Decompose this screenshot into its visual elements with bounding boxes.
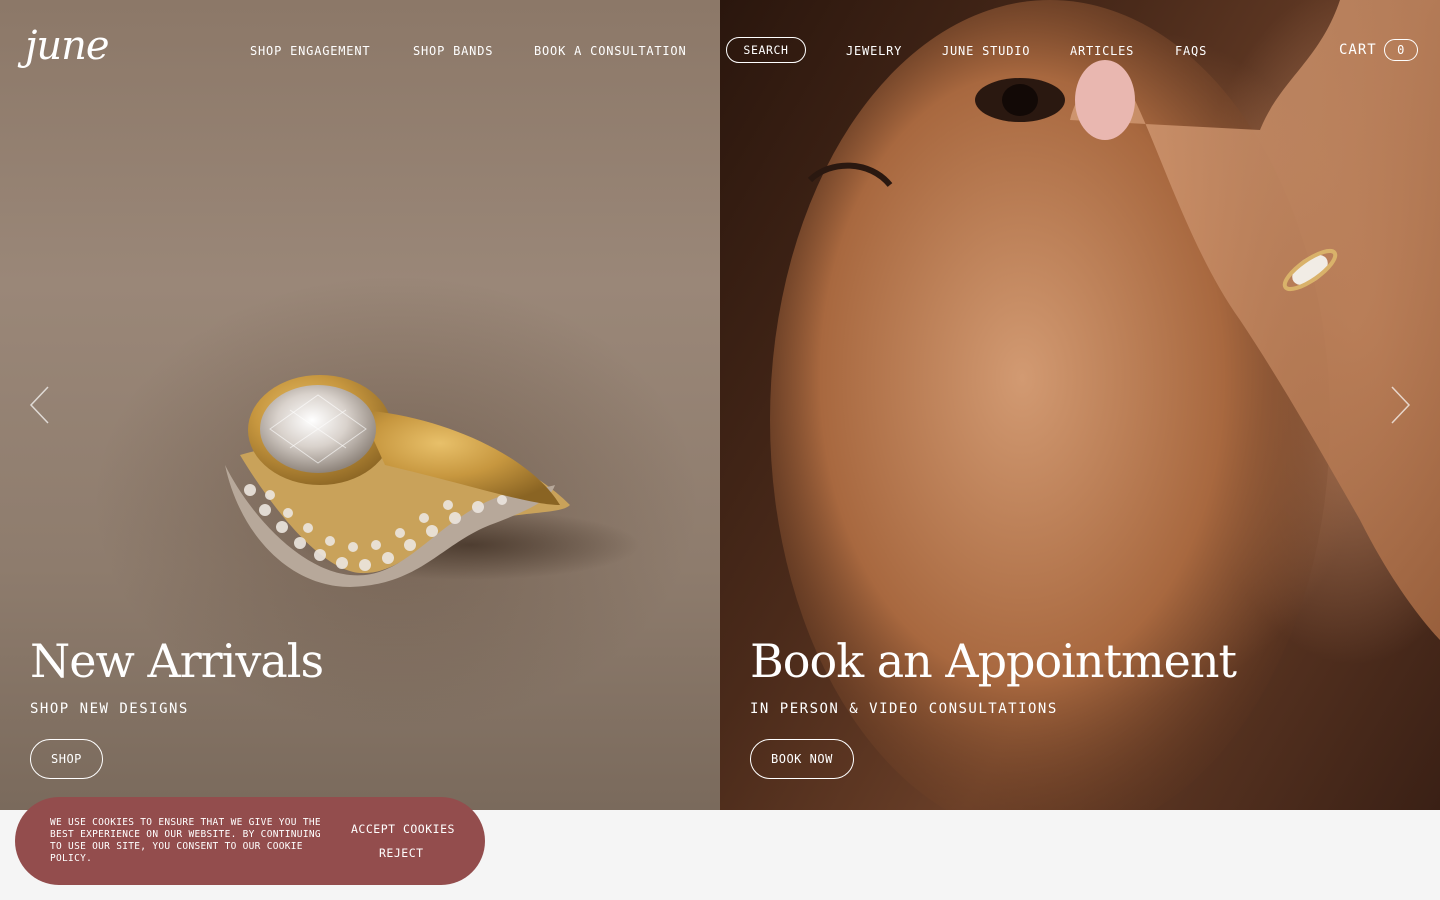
ring-product-image xyxy=(225,375,640,587)
chevron-right-icon[interactable] xyxy=(1388,385,1412,425)
nav-june-studio[interactable]: JUNE STUDIO xyxy=(942,43,1030,59)
cookie-message: WE USE COOKIES TO ENSURE THAT WE GIVE YO… xyxy=(50,817,321,864)
cart-count-badge: 0 xyxy=(1383,39,1418,61)
nav-articles[interactable]: ARTICLES xyxy=(1070,43,1134,59)
book-appointment-subtitle: IN PERSON & VIDEO CONSULTATIONS xyxy=(750,701,1058,717)
search-button[interactable]: SEARCH xyxy=(726,37,806,63)
book-appointment-heading: Book an Appointment xyxy=(750,634,1237,688)
portrait-image xyxy=(770,0,1440,810)
new-arrivals-subtitle: SHOP NEW DESIGNS xyxy=(30,701,189,717)
nav-shop-engagement[interactable]: SHOP ENGAGEMENT xyxy=(250,43,370,59)
nav-jewelry[interactable]: JEWELRY xyxy=(846,43,902,59)
hero-carousel: New Arrivals SHOP NEW DESIGNS SHOP Book … xyxy=(0,0,1440,810)
shop-button[interactable]: SHOP xyxy=(30,739,103,779)
cart-button[interactable]: CART 0 xyxy=(1339,39,1418,61)
nav-book-consultation[interactable]: BOOK A CONSULTATION xyxy=(534,43,686,59)
cookie-banner: WE USE COOKIES TO ENSURE THAT WE GIVE YO… xyxy=(15,797,485,885)
chevron-left-icon[interactable] xyxy=(28,385,52,425)
new-arrivals-heading: New Arrivals xyxy=(30,634,324,688)
reject-cookies-button[interactable]: REJECT xyxy=(379,846,424,860)
nav-faqs[interactable]: FAQS xyxy=(1175,43,1207,59)
main-nav: SHOP ENGAGEMENT SHOP BANDS BOOK A CONSUL… xyxy=(0,43,1440,63)
nav-shop-bands[interactable]: SHOP BANDS xyxy=(413,43,493,59)
accept-cookies-button[interactable]: ACCEPT COOKIES xyxy=(351,822,455,836)
hero-panel-book-appointment[interactable]: Book an Appointment IN PERSON & VIDEO CO… xyxy=(720,0,1440,810)
book-now-button[interactable]: BOOK NOW xyxy=(750,739,854,779)
hero-panel-new-arrivals[interactable]: New Arrivals SHOP NEW DESIGNS SHOP xyxy=(0,0,720,810)
site-header: june SHOP ENGAGEMENT SHOP BANDS BOOK A C… xyxy=(0,0,1440,100)
cart-label: CART xyxy=(1339,42,1377,58)
